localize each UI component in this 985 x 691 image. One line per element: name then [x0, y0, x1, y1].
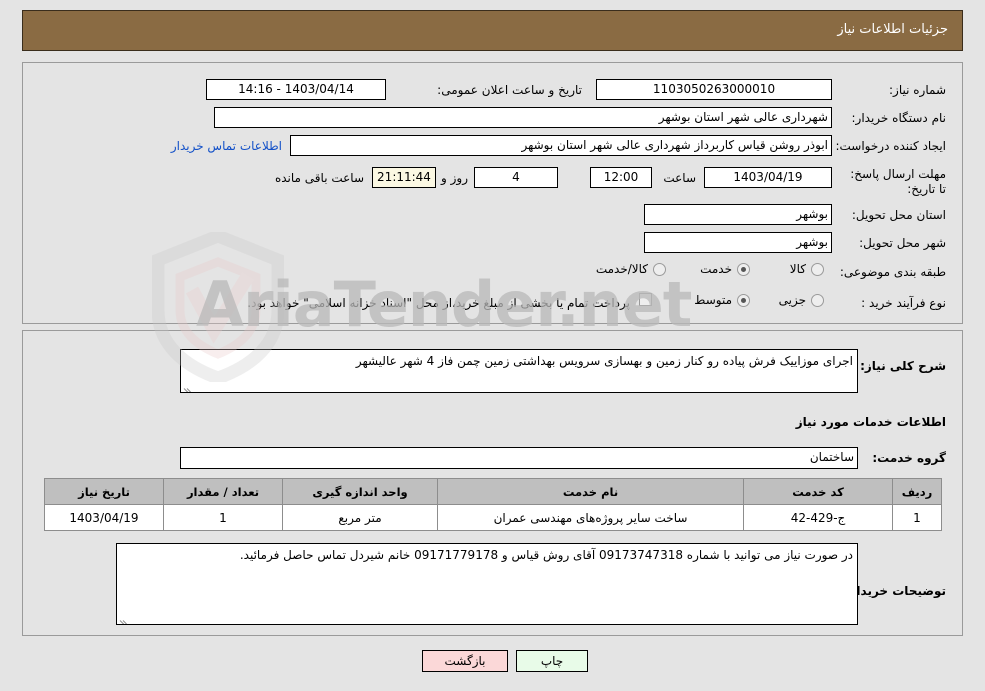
- category-radio-kala[interactable]: کالا: [790, 262, 824, 276]
- deadline-hour-value: 12:00: [590, 167, 652, 188]
- table-header-row: ردیف کد خدمت نام خدمت واحد اندازه گیری ت…: [44, 478, 942, 505]
- delivery-province-label: استان محل تحویل:: [851, 208, 946, 222]
- resize-grip-icon[interactable]: [183, 381, 193, 392]
- radio-dot-icon: [653, 262, 666, 276]
- print-button[interactable]: چاپ: [516, 650, 588, 672]
- need-description-value: اجرای موزاییک فرش پیاده رو کنار زمین و ب…: [355, 354, 853, 368]
- purchase-type-radio-motevaset[interactable]: متوسط: [694, 293, 750, 307]
- cell-radif: 1: [892, 504, 942, 531]
- cell-need-date: 1403/04/19: [44, 504, 164, 531]
- services-table: ردیف کد خدمت نام خدمت واحد اندازه گیری ت…: [44, 478, 942, 531]
- need-number-value: 1103050263000010: [596, 79, 832, 100]
- request-creator-label: ایجاد کننده درخواست:: [835, 139, 946, 153]
- purchase-type-option-label: جزیی: [778, 293, 806, 307]
- table-col-need-date: تاریخ نیاز: [44, 478, 164, 505]
- treasury-bonds-checkbox[interactable]: [639, 293, 652, 306]
- deadline-countdown-label: ساعت باقی مانده: [274, 171, 364, 185]
- deadline-days-label: روز و: [441, 171, 468, 185]
- delivery-city-value: بوشهر: [644, 232, 832, 253]
- buyer-notes-textarea[interactable]: در صورت نیاز می توانید با شماره 09173747…: [116, 543, 858, 625]
- purchase-type-label: نوع فرآیند خرید :: [861, 296, 946, 310]
- buyer-notes-value: در صورت نیاز می توانید با شماره 09173747…: [239, 548, 853, 562]
- page-header-bar: جزئیات اطلاعات نیاز: [22, 10, 963, 51]
- category-radio-kala-khedmat[interactable]: کالا/خدمت: [596, 262, 666, 276]
- table-col-service-name: نام خدمت: [437, 478, 744, 505]
- cell-unit: متر مربع: [282, 504, 438, 531]
- services-section-heading: اطلاعات خدمات مورد نیاز: [795, 415, 946, 429]
- radio-dot-icon: [811, 293, 824, 307]
- table-col-unit: واحد اندازه گیری: [282, 478, 438, 505]
- category-option-label: کالا: [789, 262, 806, 276]
- buyer-org-label: نام دستگاه خریدار:: [851, 111, 947, 125]
- announce-datetime-label: تاریخ و ساعت اعلان عمومی:: [437, 83, 582, 97]
- deadline-label: مهلت ارسال پاسخ: تا تاریخ:: [850, 167, 946, 196]
- cell-service-code: ج-429-42: [743, 504, 893, 531]
- resize-grip-icon[interactable]: [119, 613, 129, 624]
- deadline-date-value: 1403/04/19: [704, 167, 832, 188]
- need-description-label: شرح کلی نیاز:: [860, 359, 946, 373]
- buyer-org-value: شهرداری عالی شهر استان بوشهر: [214, 107, 832, 128]
- buyer-notes-label: توضیحات خریدار:: [844, 584, 946, 598]
- radio-dot-icon: [737, 293, 750, 307]
- cell-quantity: 1: [163, 504, 283, 531]
- service-group-label: گروه خدمت:: [872, 451, 946, 465]
- delivery-province-value: بوشهر: [644, 204, 832, 225]
- purchase-type-option-label: متوسط: [694, 293, 732, 307]
- summary-panel: شماره نیاز: 1103050263000010 تاریخ و ساع…: [22, 62, 963, 324]
- category-radio-khedmat[interactable]: خدمت: [700, 262, 750, 276]
- category-option-label: کالا/خدمت: [595, 262, 648, 276]
- need-number-label: شماره نیاز:: [889, 83, 946, 97]
- table-col-radif: ردیف: [892, 478, 942, 505]
- delivery-city-label: شهر محل تحویل:: [859, 236, 946, 250]
- radio-dot-icon: [737, 262, 750, 276]
- table-col-service-code: کد خدمت: [743, 478, 893, 505]
- radio-dot-icon: [811, 262, 824, 276]
- purchase-type-radio-jozei[interactable]: جزیی: [779, 293, 824, 307]
- request-creator-value: ابوذر روشن قیاس کاربرداز شهرداری عالی شه…: [290, 135, 832, 156]
- category-label: طبقه بندی موضوعی:: [839, 265, 946, 279]
- deadline-days-value: 4: [474, 167, 558, 188]
- treasury-bonds-note: پرداخت تمام یا بخشی از مبلغ خرید،از محل …: [247, 296, 630, 310]
- deadline-countdown-value: 21:11:44: [372, 167, 436, 188]
- category-option-label: خدمت: [700, 262, 732, 276]
- need-description-textarea[interactable]: اجرای موزاییک فرش پیاده رو کنار زمین و ب…: [180, 349, 858, 393]
- buyer-contact-link[interactable]: اطلاعات تماس خریدار: [171, 139, 282, 153]
- deadline-hour-label: ساعت: [663, 171, 696, 185]
- announce-datetime-value: 1403/04/14 - 14:16: [206, 79, 386, 100]
- page-title: جزئیات اطلاعات نیاز: [837, 22, 948, 37]
- table-row: 1 ج-429-42 ساخت سایر پروژه‌های مهندسی عم…: [44, 504, 942, 531]
- back-button[interactable]: بازگشت: [422, 650, 508, 672]
- service-group-value: ساختمان: [180, 447, 858, 469]
- cell-service-name: ساخت سایر پروژه‌های مهندسی عمران: [437, 504, 744, 531]
- table-col-quantity: تعداد / مقدار: [163, 478, 283, 505]
